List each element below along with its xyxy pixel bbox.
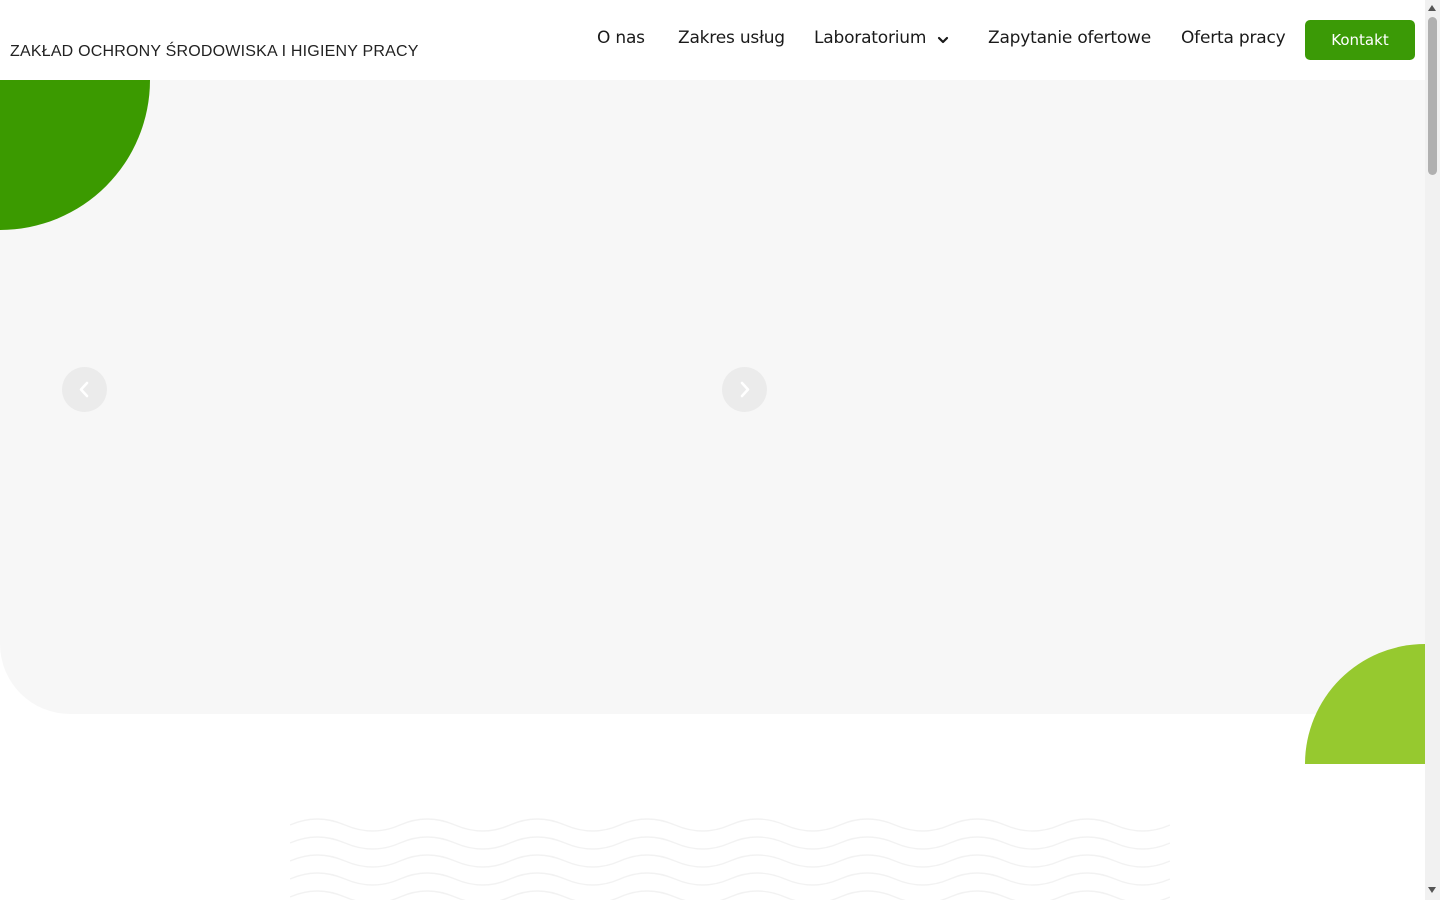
chevron-down-icon[interactable]: [936, 32, 950, 46]
scroll-down-arrow-icon[interactable]: [1428, 887, 1436, 893]
nav-item-zapytanie-ofertowe[interactable]: Zapytanie ofertowe: [988, 28, 1151, 48]
nav-item-laboratorium[interactable]: Laboratorium: [814, 28, 926, 48]
page-scrollbar[interactable]: [1425, 0, 1440, 900]
site-brand[interactable]: ZAKŁAD OCHRONY ŚRODOWISKA I HIGIENY PRAC…: [10, 43, 419, 61]
chevron-right-icon: [740, 381, 750, 398]
scroll-up-arrow-icon[interactable]: [1428, 5, 1436, 11]
site-header: ZAKŁAD OCHRONY ŚRODOWISKA I HIGIENY PRAC…: [0, 0, 1425, 80]
slider-prev-button[interactable]: [62, 367, 107, 412]
hero-slider: [0, 80, 1425, 714]
contact-button[interactable]: Kontakt: [1305, 20, 1415, 60]
page: ZAKŁAD OCHRONY ŚRODOWISKA I HIGIENY PRAC…: [0, 0, 1425, 900]
slider-next-button[interactable]: [722, 367, 767, 412]
decorative-wave-pattern: [290, 818, 1170, 900]
scrollbar-thumb[interactable]: [1428, 17, 1437, 175]
nav-item-oferta-pracy[interactable]: Oferta pracy: [1181, 28, 1286, 48]
nav-item-o-nas[interactable]: O nas: [597, 28, 645, 48]
nav-item-zakres-uslug[interactable]: Zakres usług: [678, 28, 785, 48]
chevron-left-icon: [79, 381, 89, 398]
